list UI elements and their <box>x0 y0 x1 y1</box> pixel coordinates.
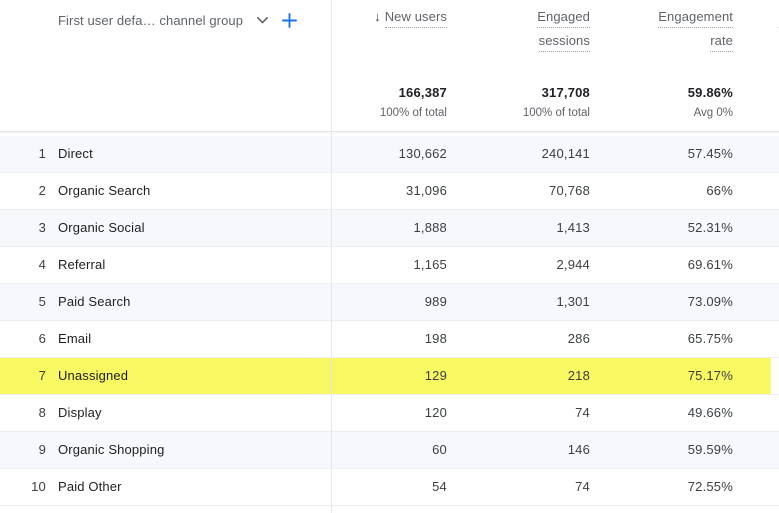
chevron-down-icon[interactable] <box>250 10 274 30</box>
table-row[interactable]: 6 Email 198 286 65.75% <box>0 321 779 358</box>
column-header-engaged-sessions-line1: Engaged <box>537 8 590 28</box>
table-header: First user defa… channel group ↓ New use… <box>0 0 779 131</box>
table-row[interactable]: 4 Referral 1,165 2,944 69.61% <box>0 247 779 284</box>
row-index: 4 <box>38 257 46 272</box>
totals-cell-engagement-rate: 59.86% Avg 0% <box>603 84 733 122</box>
row-dimension-label[interactable]: Paid Other <box>58 469 323 505</box>
cell-new-users: 1,888 <box>413 220 447 235</box>
totals-cell-new-users: 166,387 100% of total <box>327 84 447 122</box>
totals-subtitle-engagement-rate: Avg 0% <box>693 107 733 119</box>
row-dimension-label[interactable]: Organic Shopping <box>58 432 323 468</box>
totals-value-engagement-rate: 59.86% <box>687 85 733 100</box>
table-row[interactable]: 2 Organic Search 31,096 70,768 66% <box>0 173 779 210</box>
cell-new-users: 54 <box>432 479 447 494</box>
totals-subtitle-new-users: 100% of total <box>379 107 447 119</box>
row-dimension-label[interactable]: Organic Search <box>58 173 323 209</box>
cell-new-users: 129 <box>424 368 447 383</box>
row-dimension-label[interactable]: Direct <box>58 136 323 172</box>
column-header-cut-off[interactable]: S <box>761 7 779 31</box>
row-dimension-label[interactable]: Referral <box>58 247 323 283</box>
cell-engaged-sessions: 218 <box>567 368 590 383</box>
totals-cell-engaged-sessions: 317,708 100% of total <box>470 84 590 122</box>
cell-engagement-rate: 65.75% <box>687 331 733 346</box>
cell-engagement-rate: 75.17% <box>687 368 733 383</box>
plus-icon[interactable] <box>278 9 300 31</box>
table-row[interactable]: 1 Direct 130,662 240,141 57.45% <box>0 136 779 173</box>
cell-new-users: 989 <box>424 294 447 309</box>
cell-new-users: 130,662 <box>398 146 447 161</box>
totals-value-new-users: 166,387 <box>398 85 447 100</box>
cell-engagement-rate: 66% <box>706 183 733 198</box>
row-index: 2 <box>38 183 46 198</box>
cell-engaged-sessions: 146 <box>567 442 590 457</box>
row-index: 5 <box>38 294 46 309</box>
column-header-engagement-rate-line1: Engagement <box>658 8 733 28</box>
row-index: 1 <box>38 146 46 161</box>
column-header-engaged-sessions-line2: sessions <box>538 32 590 52</box>
table-row[interactable]: 7 Unassigned 129 218 75.17% <box>0 358 779 395</box>
row-dimension-label[interactable]: Unassigned <box>58 358 323 394</box>
row-dimension-label[interactable]: Organic Social <box>58 210 323 246</box>
column-header-engagement-rate[interactable]: Engagement rate <box>603 7 733 55</box>
dimension-header-cell: First user defa… channel group <box>0 0 331 131</box>
row-dimension-label[interactable]: Display <box>58 395 323 431</box>
totals-row: 166,387 100% of total 317,708 100% of to… <box>332 84 779 130</box>
row-index: 3 <box>38 220 46 235</box>
cell-engagement-rate: 57.45% <box>687 146 733 161</box>
cell-engagement-rate: 52.31% <box>687 220 733 235</box>
cell-new-users: 60 <box>432 442 447 457</box>
cell-engaged-sessions: 70,768 <box>549 183 590 198</box>
cell-new-users: 120 <box>424 405 447 420</box>
cell-new-users: 198 <box>424 331 447 346</box>
column-divider <box>331 0 332 513</box>
cell-engagement-rate: 69.61% <box>687 257 733 272</box>
cell-engagement-rate: 73.09% <box>687 294 733 309</box>
table-row[interactable]: 5 Paid Search 989 1,301 73.09% <box>0 284 779 321</box>
cell-new-users: 1,165 <box>413 257 447 272</box>
cell-engagement-rate: 72.55% <box>687 479 733 494</box>
cell-new-users: 31,096 <box>406 183 447 198</box>
header-shadow <box>0 132 779 135</box>
cell-engaged-sessions: 240,141 <box>541 146 590 161</box>
row-index: 7 <box>38 368 46 383</box>
table-body: 1 Direct 130,662 240,141 57.45% 2 Organic Sear… <box>0 136 779 506</box>
totals-subtitle-engaged-sessions: 100% of total <box>522 107 590 119</box>
table-row[interactable]: 9 Organic Shopping 60 146 59.59% <box>0 432 779 469</box>
cell-engaged-sessions: 1,301 <box>556 294 590 309</box>
row-dimension-label[interactable]: Email <box>58 321 323 357</box>
row-index: 8 <box>38 405 46 420</box>
column-header-new-users[interactable]: ↓ New users <box>327 7 447 31</box>
column-header-engagement-rate-line2: rate <box>710 32 733 52</box>
row-index: 9 <box>38 442 46 457</box>
column-header-engaged-sessions[interactable]: Engaged sessions <box>470 7 590 55</box>
table-row[interactable]: 10 Paid Other 54 74 72.55% <box>0 469 779 506</box>
cell-engagement-rate: 49.66% <box>687 405 733 420</box>
sort-descending-icon[interactable]: ↓ <box>374 7 381 27</box>
table-row[interactable]: 8 Display 120 74 49.66% <box>0 395 779 432</box>
column-header-new-users-label: New users <box>384 8 447 28</box>
table-row[interactable]: 3 Organic Social 1,888 1,413 52.31% <box>0 210 779 247</box>
row-index: 6 <box>38 331 46 346</box>
cell-engaged-sessions: 286 <box>567 331 590 346</box>
cell-engaged-sessions: 74 <box>575 479 590 494</box>
cell-engaged-sessions: 1,413 <box>556 220 590 235</box>
totals-value-engaged-sessions: 317,708 <box>541 85 590 100</box>
cell-engaged-sessions: 74 <box>575 405 590 420</box>
dimension-selector-label[interactable]: First user defa… channel group <box>58 13 243 28</box>
cell-engaged-sessions: 2,944 <box>556 257 590 272</box>
row-dimension-label[interactable]: Paid Search <box>58 284 323 320</box>
cell-engagement-rate: 59.59% <box>687 442 733 457</box>
row-index: 10 <box>31 479 46 494</box>
analytics-data-table: First user defa… channel group ↓ New use… <box>0 0 779 513</box>
